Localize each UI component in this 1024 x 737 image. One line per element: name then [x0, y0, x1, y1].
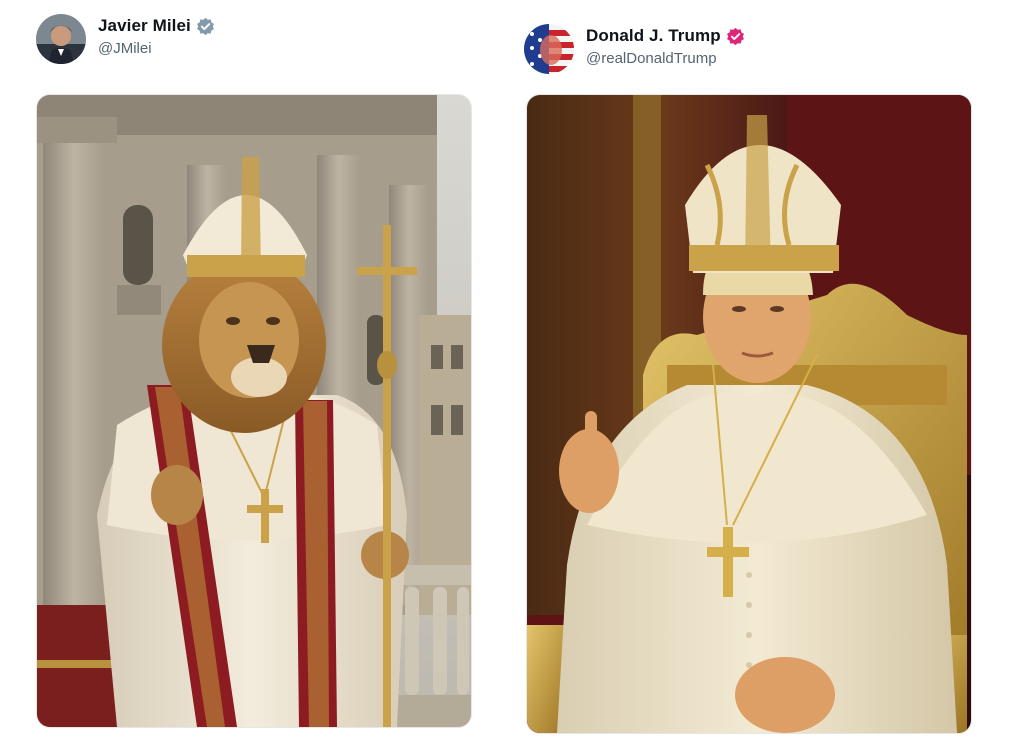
display-name[interactable]: Donald J. Trump	[586, 26, 721, 46]
post-image-lion-pope[interactable]	[36, 94, 472, 728]
post-author: Javier Milei @JMilei	[36, 14, 472, 70]
post-trump: Donald J. Trump @realDonaldTrump	[524, 24, 972, 734]
post-image-pope-portrait[interactable]	[526, 94, 972, 734]
verified-badge-icon	[726, 27, 745, 46]
post-milei: Javier Milei @JMilei	[36, 14, 472, 728]
verified-badge-icon	[196, 17, 215, 36]
handle[interactable]: @JMilei	[98, 40, 215, 57]
avatar[interactable]	[524, 24, 574, 74]
post-author: Donald J. Trump @realDonaldTrump	[524, 24, 972, 80]
display-name[interactable]: Javier Milei	[98, 16, 191, 36]
handle[interactable]: @realDonaldTrump	[586, 50, 745, 67]
avatar[interactable]	[36, 14, 86, 64]
